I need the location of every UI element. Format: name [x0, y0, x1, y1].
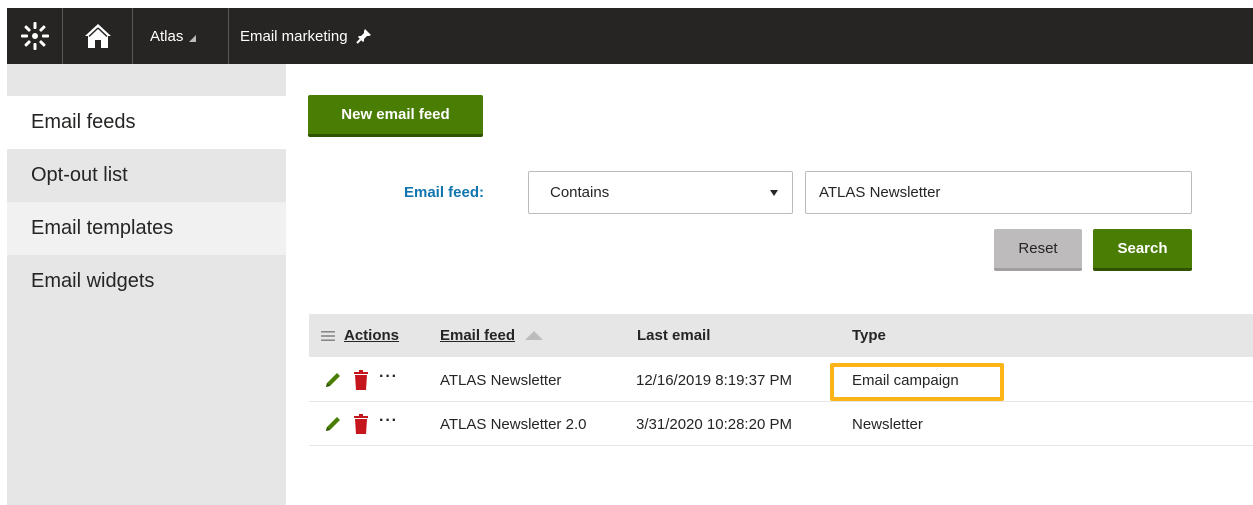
cell-type: Newsletter [852, 415, 923, 433]
sidebar-item-email-widgets[interactable]: Email widgets [7, 255, 286, 308]
pin-icon[interactable] [355, 28, 372, 44]
highlight-box [830, 363, 1004, 401]
edit-icon[interactable] [323, 370, 343, 390]
filter-value-input[interactable]: ATLAS Newsletter [805, 171, 1192, 214]
search-button[interactable]: Search [1093, 229, 1192, 271]
delete-icon[interactable] [353, 414, 369, 434]
filter-operator-value: Contains [550, 184, 610, 201]
reset-button[interactable]: Reset [994, 229, 1082, 271]
kentico-logo-icon[interactable] [7, 8, 63, 64]
application-breadcrumb: Email marketing [229, 8, 372, 64]
home-icon[interactable] [63, 8, 133, 64]
sidebar-item-email-templates[interactable]: Email templates [7, 202, 286, 255]
table-row: ··· ATLAS Newsletter 2.0 3/31/2020 10:28… [309, 402, 1253, 446]
more-actions-icon[interactable]: ··· [379, 412, 398, 430]
sort-ascending-icon [525, 331, 544, 340]
caret-down-icon [189, 34, 197, 42]
sidebar-item-label: Email widgets [31, 270, 155, 292]
row-actions: ··· [323, 402, 398, 446]
column-header-type: Type [852, 327, 886, 344]
cell-last-email: 3/31/2020 10:28:20 PM [636, 415, 792, 433]
column-header-last-email: Last email [637, 327, 711, 344]
filter-label: Email feed: [404, 184, 485, 201]
column-menu-icon[interactable] [321, 314, 335, 357]
sidebar-item-label: Email feeds [31, 111, 136, 133]
filter-operator-select[interactable]: Contains [528, 171, 793, 214]
row-actions: ··· [323, 358, 398, 402]
sidebar-item-label: Opt-out list [31, 164, 128, 186]
new-email-feed-button[interactable]: New email feed [308, 95, 483, 137]
table-header: Actions Email feed Last email Type [309, 314, 1253, 357]
column-header-email-feed[interactable]: Email feed [440, 314, 544, 357]
more-actions-icon[interactable]: ··· [379, 368, 398, 386]
delete-icon[interactable] [353, 370, 369, 390]
column-header-actions[interactable]: Actions [344, 314, 399, 357]
site-selector[interactable]: Atlas [133, 8, 229, 64]
sidebar-item-email-feeds[interactable]: Email feeds [7, 96, 286, 149]
cell-email-feed: ATLAS Newsletter 2.0 [440, 415, 587, 433]
chevron-down-icon [770, 190, 778, 196]
sidebar-item-opt-out-list[interactable]: Opt-out list [7, 149, 286, 202]
sidebar-item-label: Email templates [31, 217, 174, 239]
table-row: ··· ATLAS Newsletter 12/16/2019 8:19:37 … [309, 358, 1253, 402]
edit-icon[interactable] [323, 414, 343, 434]
site-selector-label: Atlas [150, 27, 184, 45]
cell-email-feed: ATLAS Newsletter [440, 371, 562, 389]
cell-last-email: 12/16/2019 8:19:37 PM [636, 371, 792, 389]
application-title: Email marketing [240, 27, 348, 45]
sidebar: Email feeds Opt-out list Email templates… [7, 64, 286, 505]
top-navigation-bar: Atlas Email marketing [7, 8, 1253, 64]
